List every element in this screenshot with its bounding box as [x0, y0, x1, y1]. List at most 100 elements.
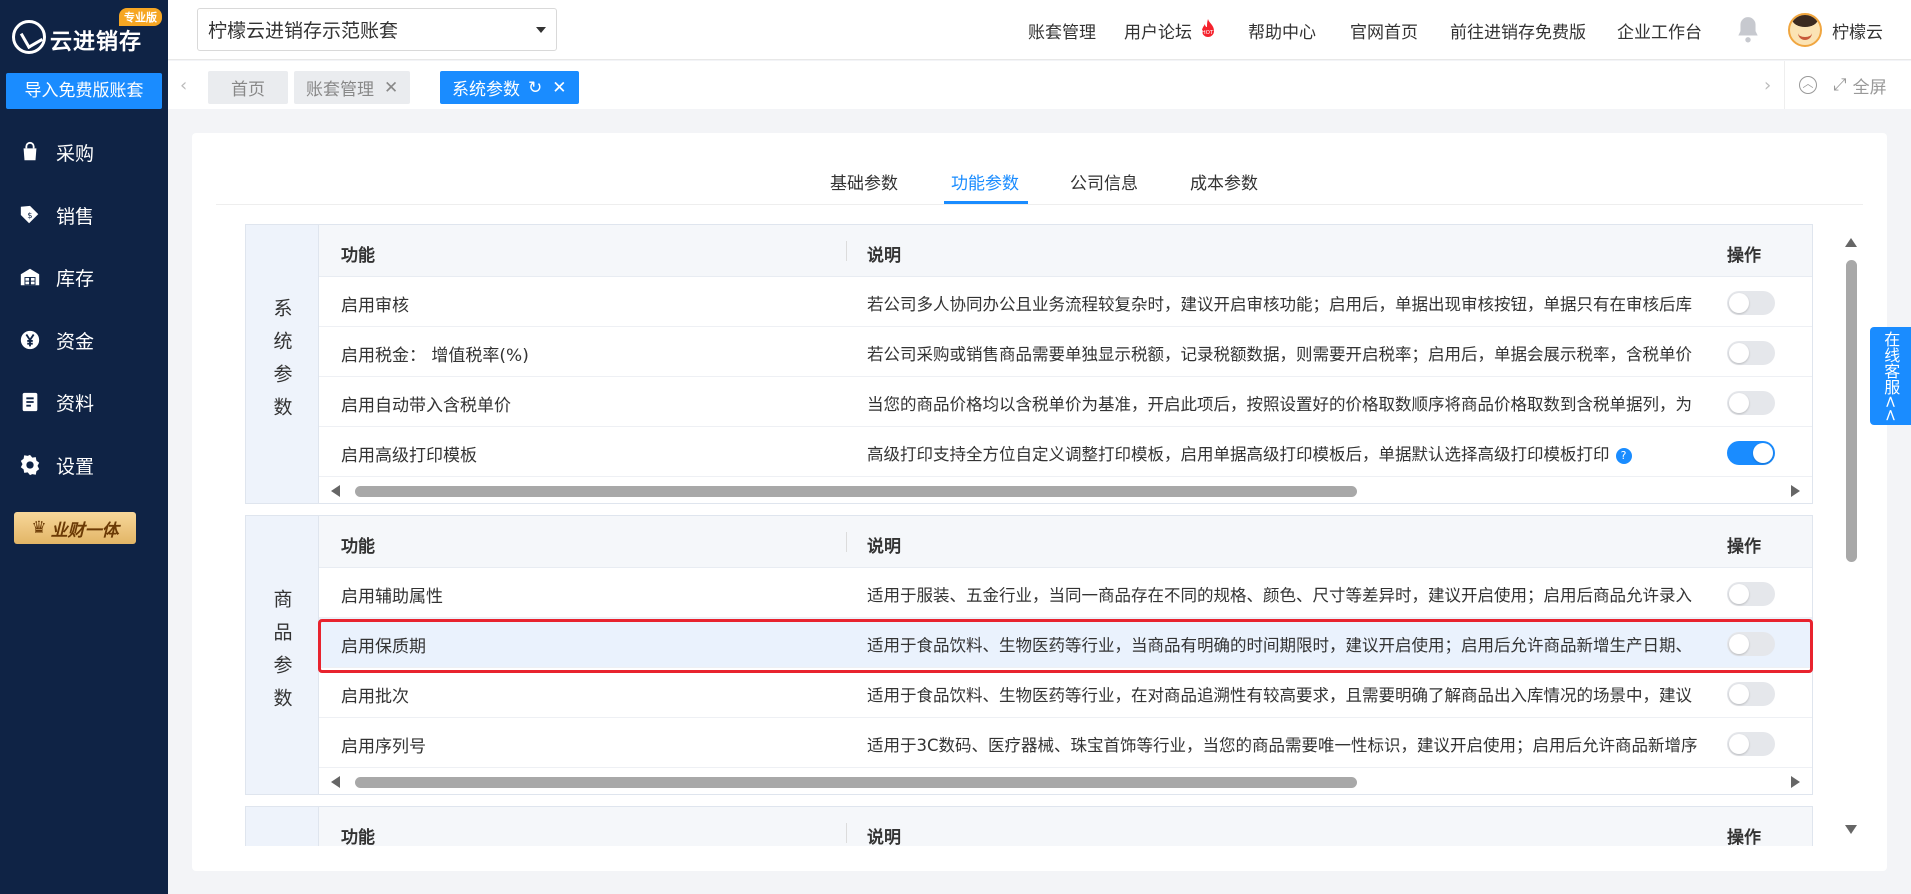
- logo-text: 云进销存: [50, 30, 143, 55]
- table-row: 启用辅助属性 适用于服装、五金行业，当同一商品存在不同的规格、颜色、尺寸等差异时…: [319, 568, 1812, 618]
- row-description: 适用于食品饮料、生物医药等行业，当商品有明确的时间期限时，建议开启使用；启用后允…: [867, 636, 1692, 655]
- aux-attribute-toggle[interactable]: [1727, 582, 1775, 606]
- section-product-params: 商品参数 功能 说明 操作 启用辅助属性 适用于服装、五金行业，当同一商品存在不…: [245, 515, 1813, 795]
- column-header-description: 说明: [867, 828, 901, 846]
- subtab-cost-params[interactable]: 成本参数: [1190, 169, 1258, 194]
- horizontal-scrollbar[interactable]: [319, 772, 1812, 794]
- scroll-left-icon[interactable]: [331, 776, 340, 788]
- nav-enterprise-workbench[interactable]: 企业工作台: [1617, 18, 1702, 43]
- row-description: 适用于食品饮料、生物医药等行业，在对商品追溯性有较高要求，且需要明确了解商品出入…: [867, 686, 1692, 705]
- sidebar: 云进销存 专业版 导入免费版账套 采购 $ 销售 库存 资金 资料 设置 ♛ 业…: [0, 0, 168, 894]
- account-select[interactable]: 柠檬云进销存示范账套: [197, 8, 557, 51]
- subtab-company-info[interactable]: 公司信息: [1070, 169, 1138, 194]
- scroll-left-icon[interactable]: [331, 485, 340, 497]
- nav-free-edition[interactable]: 前往进销存免费版: [1450, 18, 1586, 43]
- section-label: 系统参数: [246, 225, 319, 503]
- enable-audit-toggle[interactable]: [1727, 291, 1775, 315]
- bell-icon[interactable]: [1735, 15, 1761, 43]
- collapse-up-icon[interactable]: ︿: [1799, 76, 1817, 94]
- fullscreen-button[interactable]: 全屏: [1853, 73, 1887, 98]
- table-row: 启用批次 适用于食品饮料、生物医药等行业，在对商品追溯性有较高要求，且需要明确了…: [319, 668, 1812, 718]
- help-question-icon[interactable]: ?: [1615, 448, 1632, 464]
- tab-system-params[interactable]: 系统参数 ↻ ✕: [440, 71, 579, 104]
- column-header-description: 说明: [867, 246, 901, 266]
- username[interactable]: 柠檬云: [1832, 18, 1883, 43]
- app-logo[interactable]: 云进销存 专业版: [10, 8, 162, 56]
- sidebar-item-label: 设置: [56, 455, 95, 478]
- sidebar-item-sales[interactable]: $ 销售: [0, 195, 168, 235]
- avatar[interactable]: [1788, 13, 1822, 47]
- scroll-down-icon[interactable]: [1845, 825, 1857, 834]
- enable-tax-toggle[interactable]: [1727, 341, 1775, 365]
- row-description: 若公司采购或销售商品需要单独显示税额，记录税额数据，则需要开启税率；启用后，单据…: [867, 345, 1692, 364]
- nav-help-center[interactable]: 帮助中心: [1248, 18, 1316, 43]
- scroll-up-icon[interactable]: [1845, 238, 1857, 247]
- table-header: 功能 说明 操作: [319, 807, 1812, 846]
- column-header-operation: 操作: [1727, 246, 1761, 266]
- sidebar-item-inventory[interactable]: 库存: [0, 257, 168, 297]
- import-free-account-button[interactable]: 导入免费版账套: [6, 73, 162, 109]
- shelf-life-toggle[interactable]: [1727, 632, 1775, 656]
- scroll-right-icon[interactable]: [1791, 485, 1800, 497]
- fullscreen-icon[interactable]: ⤢: [1833, 75, 1847, 95]
- row-function: 启用保质期: [341, 637, 426, 657]
- tab-account-management[interactable]: 账套管理 ✕: [294, 71, 411, 104]
- scroll-right-icon[interactable]: [1791, 776, 1800, 788]
- nav-official-site[interactable]: 官网首页: [1350, 18, 1418, 43]
- row-function: 启用辅助属性: [341, 587, 443, 607]
- sidebar-item-label: 销售: [56, 205, 95, 228]
- sidebar-item-funds[interactable]: 资金: [0, 320, 168, 360]
- document-icon: [18, 390, 42, 414]
- sidebar-item-data[interactable]: 资料: [0, 382, 168, 422]
- section-next: 功能 说明 操作: [245, 806, 1813, 846]
- column-header-operation: 操作: [1727, 537, 1761, 557]
- horizontal-scrollbar[interactable]: [319, 481, 1812, 503]
- row-description: 当您的商品价格均以含税单价为基准，开启此项后，按照设置好的价格取数顺序将商品价格…: [867, 395, 1692, 414]
- tab-label: 首页: [231, 80, 265, 100]
- batch-toggle[interactable]: [1727, 682, 1775, 706]
- online-service-button[interactable]: 在线客服<<: [1870, 327, 1911, 425]
- scrollbar-thumb[interactable]: [355, 777, 1357, 788]
- sidebar-item-label: 库存: [56, 267, 95, 290]
- close-icon[interactable]: ✕: [552, 78, 566, 98]
- param-subtabs: 基础参数 功能参数 公司信息 成本参数: [216, 133, 1863, 205]
- section-label: 商品参数: [246, 516, 319, 794]
- promo-badge[interactable]: ♛ 业财一体: [14, 512, 136, 544]
- subtab-basic-params[interactable]: 基础参数: [830, 169, 898, 194]
- edition-badge: 专业版: [119, 8, 162, 26]
- refresh-icon[interactable]: ↻: [528, 78, 542, 98]
- close-icon[interactable]: ✕: [384, 78, 398, 98]
- serial-number-toggle[interactable]: [1727, 732, 1775, 756]
- row-description: 若公司多人协同办公且业务流程较复杂时，建议开启审核功能；启用后，单据出现审核按钮…: [867, 295, 1692, 314]
- row-function: 启用审核: [341, 296, 409, 316]
- nav-user-forum[interactable]: 用户论坛: [1124, 18, 1192, 43]
- column-divider[interactable]: [846, 823, 847, 843]
- scrollbar-thumb[interactable]: [355, 486, 1357, 497]
- table-row: 启用序列号 适用于3C数码、医疗器械、珠宝首饰等行业，当您的商品需要唯一性标识，…: [319, 718, 1812, 768]
- tab-scroll-right-icon[interactable]: ›: [1764, 75, 1771, 96]
- scrollbar-thumb[interactable]: [1846, 260, 1857, 562]
- nav-account-management[interactable]: 账套管理: [1028, 18, 1096, 43]
- column-divider[interactable]: [846, 241, 847, 261]
- account-select-value: 柠檬云进销存示范账套: [208, 20, 399, 42]
- vertical-scrollbar[interactable]: [1842, 234, 1860, 838]
- subtab-function-params[interactable]: 功能参数: [951, 169, 1019, 194]
- column-header-operation: 操作: [1727, 828, 1761, 846]
- sidebar-item-settings[interactable]: 设置: [0, 445, 168, 485]
- sidebar-item-purchase[interactable]: 采购: [0, 132, 168, 172]
- column-divider[interactable]: [846, 532, 847, 552]
- table-row: 启用高级打印模板 高级打印支持全方位自定义调整打印模板，启用单据高级打印模板后，…: [319, 427, 1812, 477]
- sidebar-item-label: 采购: [56, 142, 95, 165]
- advanced-print-toggle[interactable]: [1727, 441, 1775, 465]
- sidebar-item-label: 资金: [56, 330, 95, 353]
- yen-icon: [18, 328, 42, 352]
- table-row: 启用审核 若公司多人协同办公且业务流程较复杂时，建议开启审核功能；启用后，单据出…: [319, 277, 1812, 327]
- tab-label: 系统参数: [452, 80, 520, 100]
- sales-tag-icon: $: [18, 203, 42, 227]
- crown-icon: ♛: [31, 518, 47, 538]
- tab-scroll-left-icon[interactable]: ‹: [180, 75, 187, 96]
- page-tab-bar: ‹ 首页 账套管理 ✕ 系统参数 ↻ ✕ › ︿ ⤢ 全屏: [168, 61, 1911, 109]
- tab-home[interactable]: 首页: [208, 71, 288, 104]
- auto-tax-price-toggle[interactable]: [1727, 391, 1775, 415]
- section-label: [246, 807, 319, 846]
